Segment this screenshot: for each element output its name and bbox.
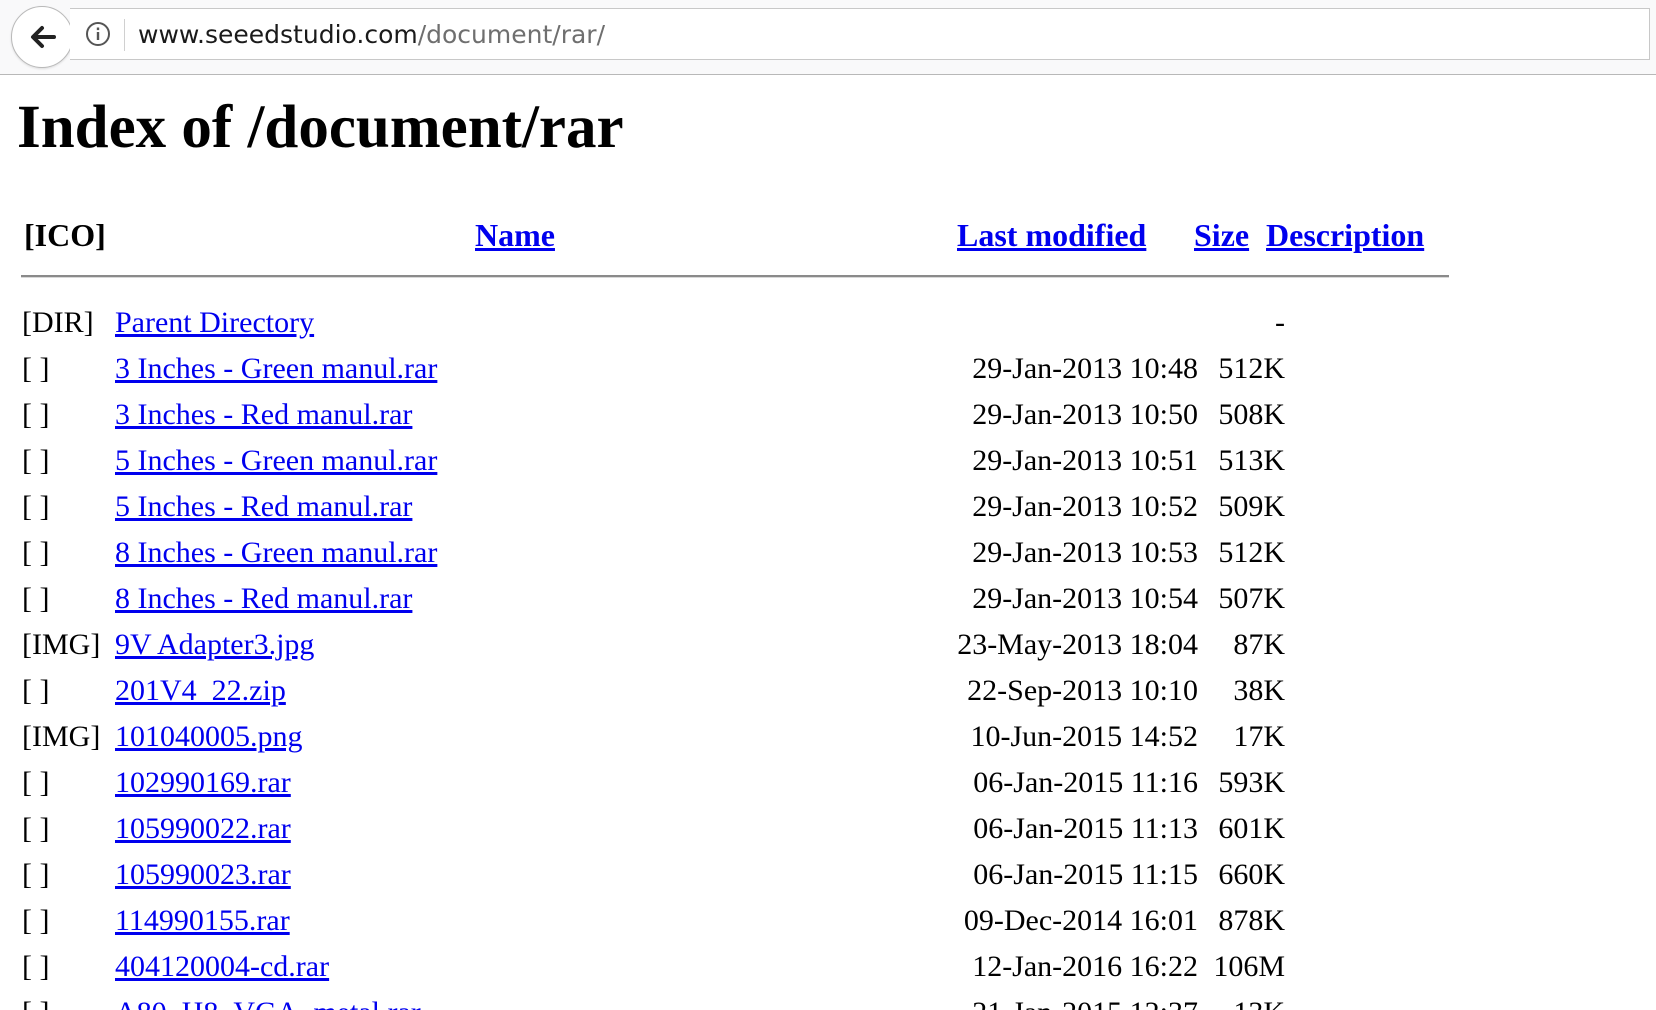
file-type-label: [ ] [22,904,50,937]
header-size-link[interactable]: Size [1194,215,1249,255]
table-row: [ ] 201V4_22.zip 22-Sep-2013 10:10 38K [0,671,1656,717]
file-link[interactable]: 8 Inches - Green manul.rar [115,533,437,573]
file-link[interactable]: 105990022.rar [115,809,291,849]
table-row: [ ] 8 Inches - Red manul.rar 29-Jan-2013 1… [0,579,1656,625]
file-size-value: 508K [1218,398,1285,431]
file-size-value: 13K [1233,993,1285,1010]
file-type-label: [ ] [22,398,50,431]
header-name-link[interactable]: Name [475,215,555,255]
last-modified-value: 29-Jan-2013 10:54 [972,582,1198,615]
browser-toolbar: www.seeedstudio.com/document/rar/ [0,0,1656,75]
file-type-label: [ ] [22,858,50,891]
last-modified-value: 06-Jan-2015 11:16 [973,766,1198,799]
table-row: [ ] A80_H8_VGA_metal.rar 21-Jan-2015 12:37… [0,993,1656,1010]
file-link[interactable]: A80_H8_VGA_metal.rar [115,993,421,1010]
file-type-label: [IMG] [22,720,101,753]
table-row: [ ] 114990155.rar 09-Dec-2014 16:01 878K [0,901,1656,947]
table-row: [ ] 3 Inches - Green manul.rar 29-Jan-2013… [0,349,1656,395]
back-button[interactable] [11,6,73,68]
arrow-left-icon [31,26,56,48]
file-type-label: [DIR] [22,306,94,339]
header-divider [21,275,1449,278]
last-modified-value: 23-May-2013 18:04 [957,628,1198,661]
file-link[interactable]: 101040005.png [115,717,303,757]
file-size-value: 878K [1218,904,1285,937]
file-link[interactable]: 404120004-cd.rar [115,947,329,987]
file-type-label: [ ] [22,812,50,845]
last-modified-value: 29-Jan-2013 10:51 [972,444,1198,477]
file-size-value: 512K [1218,536,1285,569]
header-icon: [ICO] [24,217,106,253]
file-link[interactable]: 105990023.rar [115,855,291,895]
last-modified-value: 06-Jan-2015 11:15 [973,858,1198,891]
file-size-value: 593K [1218,766,1285,799]
file-type-label: [ ] [22,674,50,707]
url-host: www.seeedstudio.com [138,20,418,49]
file-type-label: [ ] [22,993,49,1010]
last-modified-value: 21-Jan-2015 12:37 [972,993,1198,1010]
file-size-value: 512K [1218,352,1285,385]
page-title: Index of /document/rar [17,94,624,161]
last-modified-value: 29-Jan-2013 10:53 [972,536,1198,569]
last-modified-value: 06-Jan-2015 11:13 [973,812,1198,845]
file-listing: [DIR] Parent Directory - [ ] 3 Inches - Gree… [0,303,1656,1010]
file-type-label: [ ] [22,352,50,385]
table-row: [DIR] Parent Directory - [0,303,1656,349]
file-link[interactable]: 3 Inches - Green manul.rar [115,349,437,389]
file-link[interactable]: 201V4_22.zip [115,671,286,711]
file-link[interactable]: 102990169.rar [115,763,291,803]
file-link[interactable]: 5 Inches - Red manul.rar [115,487,412,527]
table-row: [ ] 105990023.rar 06-Jan-2015 11:15 660K [0,855,1656,901]
last-modified-value: 29-Jan-2013 10:50 [972,398,1198,431]
table-row: [ ] 102990169.rar 06-Jan-2015 11:16 593K [0,763,1656,809]
file-link[interactable]: 5 Inches - Green manul.rar [115,441,437,481]
file-size-value: 509K [1218,490,1285,523]
file-size-value: 106M [1213,950,1285,983]
file-type-label: [ ] [22,490,50,523]
file-size-value: 601K [1218,812,1285,845]
last-modified-value: 09-Dec-2014 16:01 [963,904,1198,937]
table-row: [IMG] 9V Adapter3.jpg 23-May-2013 18:04 87K [0,625,1656,671]
table-row: [ ] 5 Inches - Green manul.rar 29-Jan-2013… [0,441,1656,487]
file-type-label: [ ] [22,766,50,799]
table-row: [ ] 105990022.rar 06-Jan-2015 11:13 601K [0,809,1656,855]
table-row: [ ] 5 Inches - Red manul.rar 29-Jan-2013 1… [0,487,1656,533]
file-link[interactable]: Parent Directory [115,303,314,343]
info-icon[interactable] [85,21,111,47]
last-modified-value: 12-Jan-2016 16:22 [972,950,1198,983]
file-type-label: [ ] [22,444,50,477]
file-type-label: [ ] [22,536,50,569]
table-row: [IMG] 101040005.png 10-Jun-2015 14:52 17K [0,717,1656,763]
url-text[interactable]: www.seeedstudio.com/document/rar/ [138,21,605,49]
header-last-modified-link[interactable]: Last modified [957,215,1146,255]
table-row: [ ] 3 Inches - Red manul.rar 29-Jan-2013 1… [0,395,1656,441]
file-type-label: [IMG] [22,628,101,661]
file-link[interactable]: 3 Inches - Red manul.rar [115,395,412,435]
file-size-value: 660K [1218,858,1285,891]
url-path: /document/rar/ [417,20,605,49]
file-size-value: 87K [1233,628,1285,661]
table-row: [ ] 404120004-cd.rar 12-Jan-2016 16:22 106M [0,947,1656,993]
file-size-value: 38K [1233,674,1285,707]
file-type-label: [ ] [22,582,50,615]
file-link[interactable]: 9V Adapter3.jpg [115,625,314,665]
file-size-value: 507K [1218,582,1285,615]
header-description-link[interactable]: Description [1266,215,1424,255]
last-modified-value: 29-Jan-2013 10:48 [972,352,1198,385]
url-bar[interactable]: www.seeedstudio.com/document/rar/ [70,8,1650,60]
url-separator [124,19,125,51]
last-modified-value: 22-Sep-2013 10:10 [967,674,1198,707]
file-link[interactable]: 114990155.rar [115,901,290,941]
file-size-value: 17K [1233,720,1285,753]
file-size-value: - [1275,306,1285,339]
file-size-value: 513K [1218,444,1285,477]
file-link[interactable]: 8 Inches - Red manul.rar [115,579,412,619]
table-row: [ ] 8 Inches - Green manul.rar 29-Jan-2013… [0,533,1656,579]
file-type-label: [ ] [22,950,50,983]
last-modified-value: 29-Jan-2013 10:52 [972,490,1198,523]
last-modified-value: 10-Jun-2015 14:52 [970,720,1199,753]
